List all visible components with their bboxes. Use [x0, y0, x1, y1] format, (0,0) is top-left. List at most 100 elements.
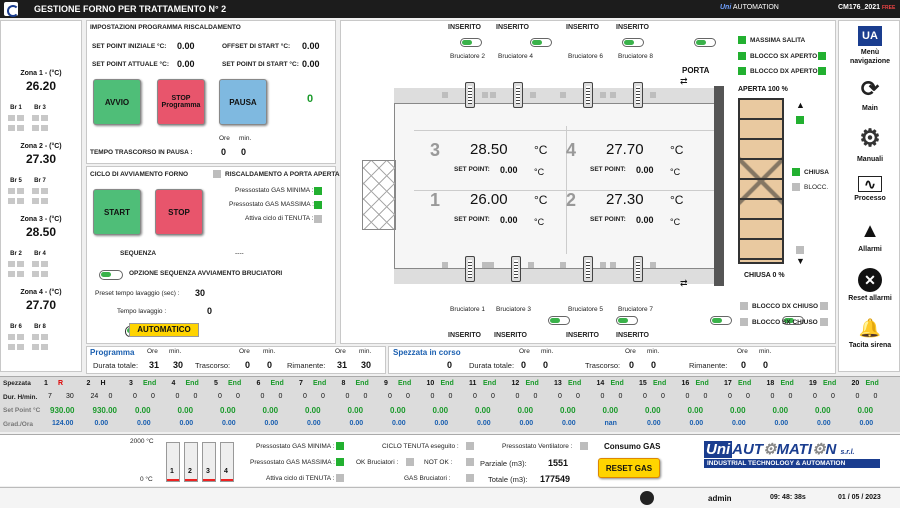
segment-minutes[interactable]: 0	[449, 393, 453, 400]
segment-setpoint[interactable]: 0.00	[773, 406, 789, 415]
segment-hours[interactable]: 0	[388, 393, 392, 400]
segment-minutes[interactable]: 0	[321, 393, 325, 400]
sidebar-item-label: Tacita sirena	[848, 342, 892, 349]
segment-hours[interactable]: 0	[261, 393, 265, 400]
ciclo-tenuta-indicator	[466, 442, 474, 450]
segment-hours[interactable]: 0	[431, 393, 435, 400]
mode-badge: AUTOMATICO	[129, 323, 199, 337]
segment-minutes[interactable]: 30	[66, 393, 74, 400]
sidebar-item-close[interactable]: ✕ Reset allarmi	[845, 268, 895, 303]
segment-hours[interactable]: 0	[133, 393, 137, 400]
burner-top-1-toggle[interactable]	[460, 38, 482, 47]
segment-setpoint[interactable]: 0.00	[560, 406, 576, 415]
burner-bottom-1-toggle[interactable]	[548, 316, 570, 325]
segment-hours[interactable]: 0	[558, 393, 562, 400]
segment-setpoint[interactable]: 0.00	[433, 406, 449, 415]
sidebar-item-bell[interactable]: 🔔 Tacita sirena	[845, 318, 895, 350]
segment-hours[interactable]: 0	[218, 393, 222, 400]
segment-minutes[interactable]: 0	[151, 393, 155, 400]
burner-bottom-2-toggle[interactable]	[616, 316, 638, 325]
segment-hours[interactable]: 0	[728, 393, 732, 400]
bottom-tenuta-label: Attiva ciclo di TENUTA :	[266, 475, 335, 482]
segment-setpoint[interactable]: 0.00	[730, 406, 746, 415]
segment-minutes[interactable]: 0	[534, 393, 538, 400]
segment-setpoint[interactable]: 0.00	[263, 406, 279, 415]
segment-hours[interactable]: 7	[48, 393, 52, 400]
segment-hours[interactable]: 0	[176, 393, 180, 400]
arrow-down-icon[interactable]: ▼	[796, 256, 805, 266]
burner-light	[482, 92, 488, 98]
segment-minutes[interactable]: 0	[831, 393, 835, 400]
segment-setpoint[interactable]: 0.00	[475, 406, 491, 415]
segment-setpoint[interactable]: 0.00	[645, 406, 661, 415]
segment-tag: End	[865, 380, 879, 387]
avvio-button[interactable]: AVVIO	[93, 79, 141, 125]
segment-setpoint[interactable]: 0.00	[135, 406, 151, 415]
segment-setpoint[interactable]: 930.00	[93, 406, 117, 415]
segment-setpoint[interactable]: 0.00	[815, 406, 831, 415]
segment-hours[interactable]: 0	[516, 393, 520, 400]
segment-setpoint[interactable]: 0.00	[518, 406, 534, 415]
segment-setpoint[interactable]: 0.00	[603, 406, 619, 415]
segment-minutes[interactable]: 0	[619, 393, 623, 400]
segment-hours[interactable]: 0	[473, 393, 477, 400]
pausa-button[interactable]: PAUSA	[219, 79, 267, 125]
burner-top-3-toggle[interactable]	[622, 38, 644, 47]
segment-minutes[interactable]: 0	[789, 393, 793, 400]
arrow-up-icon[interactable]: ▲	[796, 100, 805, 110]
segment-minutes[interactable]: 0	[364, 393, 368, 400]
burner-bottom-3-toggle[interactable]	[710, 316, 732, 325]
start-button[interactable]: START	[93, 189, 141, 235]
burner-light	[650, 262, 656, 268]
segment-hours[interactable]: 0	[856, 393, 860, 400]
segment-minutes[interactable]: 0	[874, 393, 878, 400]
segment-minutes[interactable]: 0	[236, 393, 240, 400]
reset-gas-button[interactable]: RESET GAS	[598, 458, 660, 478]
segment-setpoint[interactable]: 0.00	[858, 406, 874, 415]
stop-program-button[interactable]: STOP Programma	[157, 79, 205, 125]
segment-minutes[interactable]: 0	[661, 393, 665, 400]
burner-top-4-toggle[interactable]	[694, 38, 716, 47]
segment-minutes[interactable]: 0	[576, 393, 580, 400]
segment-minutes[interactable]: 0	[704, 393, 708, 400]
segment-setpoint[interactable]: 0.00	[390, 406, 406, 415]
sidebar-item-ua-logo[interactable]: UA Menù navigazione	[845, 26, 895, 66]
sidebar-item-gear[interactable]: ⚙ Manuali	[845, 124, 895, 164]
option-sequence-toggle[interactable]	[99, 270, 123, 280]
segment-gradient: 0.00	[732, 420, 746, 427]
preset-wash-value[interactable]: 30	[195, 288, 205, 298]
sp-initial-value[interactable]: 0.00	[177, 41, 195, 51]
sidebar-item-wave[interactable]: ∿ Processo	[845, 176, 895, 203]
burner-top-2-toggle[interactable]	[530, 38, 552, 47]
segment-minutes[interactable]: 0	[194, 393, 198, 400]
stop-button[interactable]: STOP	[155, 189, 203, 235]
segment-minutes[interactable]: 0	[109, 393, 113, 400]
segment-number: 8	[341, 380, 346, 387]
segment-hours[interactable]: 0	[346, 393, 350, 400]
status-square	[17, 344, 24, 350]
segment-hours[interactable]: 0	[686, 393, 690, 400]
segment-hours[interactable]: 0	[303, 393, 307, 400]
segment-minutes[interactable]: 0	[406, 393, 410, 400]
offset-value[interactable]: 0.00	[302, 41, 320, 51]
segment-setpoint[interactable]: 0.00	[178, 406, 194, 415]
segment-minutes[interactable]: 0	[279, 393, 283, 400]
segment-setpoint[interactable]: 0.00	[688, 406, 704, 415]
status-square	[41, 188, 48, 194]
segment-setpoint[interactable]: 0.00	[220, 406, 236, 415]
segment-minutes[interactable]: 0	[746, 393, 750, 400]
sidebar-item-warning[interactable]: ▲ Allarmi	[845, 220, 895, 254]
segment-hours[interactable]: 0	[643, 393, 647, 400]
segment-setpoint[interactable]: 0.00	[305, 406, 321, 415]
segment-setpoint[interactable]: 930.00	[50, 406, 74, 415]
segment-hours[interactable]: 0	[813, 393, 817, 400]
spezzata-remaining-label: Rimanente:	[689, 361, 728, 370]
segment-hours[interactable]: 0	[771, 393, 775, 400]
oven-zone-sp: 0.00	[500, 215, 518, 225]
user-icon[interactable]	[640, 491, 654, 505]
sidebar-item-refresh[interactable]: ⟳ Main	[845, 76, 895, 113]
segment-hours[interactable]: 0	[601, 393, 605, 400]
segment-hours[interactable]: 24	[91, 393, 99, 400]
segment-minutes[interactable]: 0	[491, 393, 495, 400]
segment-setpoint[interactable]: 0.00	[348, 406, 364, 415]
